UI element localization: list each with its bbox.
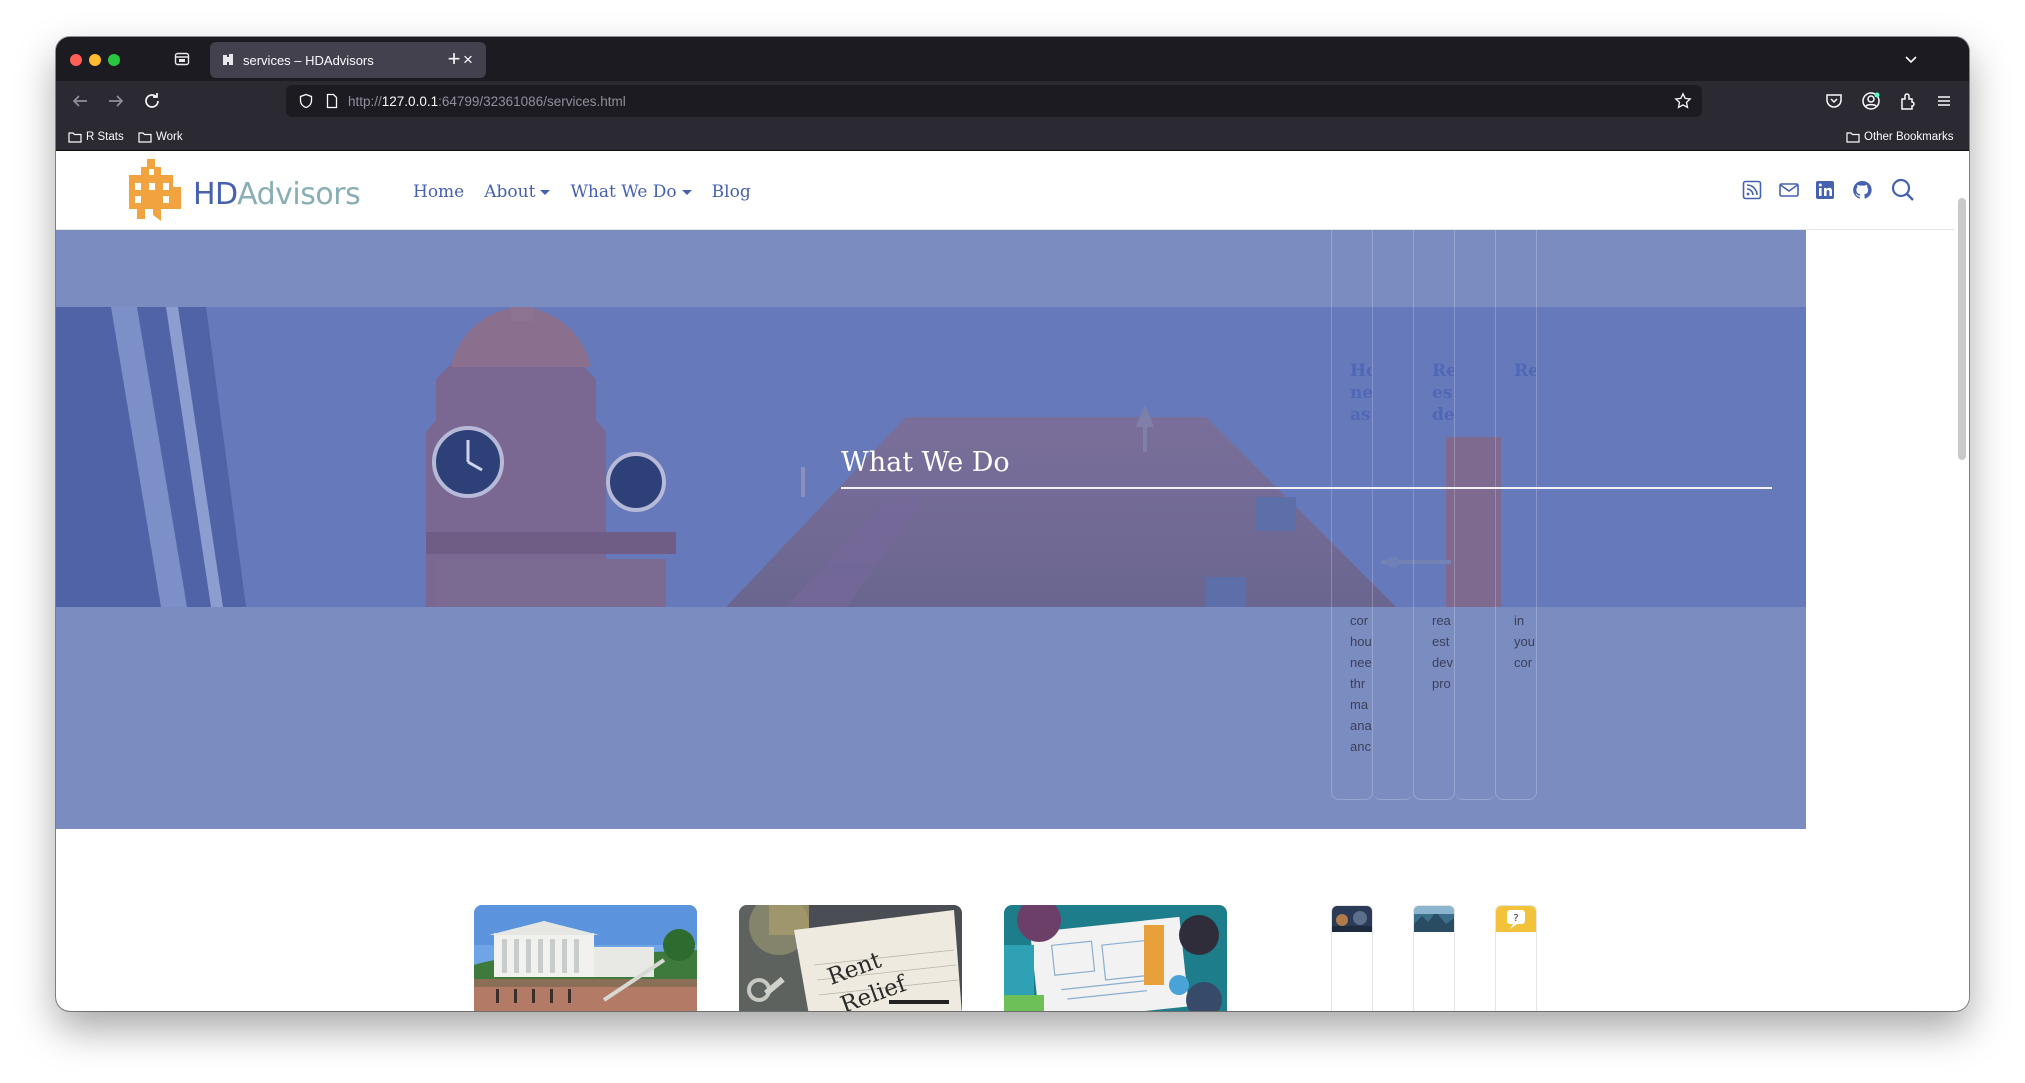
hero-section: Ho ne as cor hou nee thr ma ana anc Re es de rea es… [56,230,1806,829]
service-card-title: Re es de [1432,361,1454,425]
new-tab-button[interactable]: + [442,47,466,71]
folder-icon [1846,132,1860,143]
service-card-partial[interactable]: Re es de rea est dev pro [1413,230,1455,800]
folder-icon [68,132,82,143]
close-window-button[interactable] [70,54,82,66]
tab-title: services – HDAdvisors [243,53,374,68]
service-card-title: Ho ne as [1350,361,1372,425]
bookmark-star-icon[interactable] [1674,92,1692,110]
service-card-image-capitol[interactable] [474,905,697,1011]
page-scrollbar[interactable] [1955,151,1969,1011]
other-bookmarks-folder[interactable]: Other Bookmarks [1846,129,1953,145]
tracking-protection-icon[interactable] [298,93,314,109]
service-card-image-planning[interactable] [1004,905,1227,1011]
rss-icon[interactable] [1741,179,1763,201]
nav-about[interactable]: About [484,182,551,202]
address-bar[interactable]: http://127.0.0.1:64799/32361086/services… [286,85,1702,117]
scrollbar-thumb[interactable] [1958,198,1966,460]
bookmark-folder-r-stats[interactable]: R Stats [68,129,124,145]
folder-icon [138,132,152,143]
column-divider [1373,230,1413,800]
extensions-icon[interactable] [1898,91,1918,111]
nav-home[interactable]: Home [413,182,464,202]
page-info-icon[interactable] [324,93,340,109]
main-nav: Home About What We Do Blog [413,182,771,202]
service-card-title: Re [1514,361,1536,381]
service-card-image-rent-relief[interactable]: Rent Relief [739,905,962,1011]
dropdown-caret-icon [681,189,692,195]
logo-wordmark[interactable]: HDAdvisors [193,177,361,212]
page-title: What We Do [841,447,1010,478]
nav-blog[interactable]: Blog [712,182,751,202]
menu-icon[interactable] [1934,91,1954,111]
card-thumbnail [1332,906,1372,932]
search-icon[interactable] [1890,177,1916,203]
service-card-partial[interactable]: Re in you cor [1495,230,1537,800]
site-favicon-icon [220,52,236,68]
service-card-text: cor hou nee thr ma ana anc [1350,613,1372,754]
minimize-window-button[interactable] [89,54,101,66]
service-card-partial[interactable]: Ho ne as cor hou nee thr ma ana anc [1331,230,1373,800]
tab-overview-icon[interactable] [173,50,191,68]
back-icon[interactable] [68,89,92,113]
github-icon[interactable] [1851,179,1873,201]
pocket-icon[interactable] [1824,91,1844,111]
title-underline [841,487,1772,489]
dropdown-caret-icon [540,189,551,195]
hdadvisors-logo-icon[interactable] [123,155,183,225]
page-viewport: HDAdvisors Home About What We Do Blog Ho… [56,151,1969,1011]
list-all-tabs-icon[interactable] [1903,51,1919,67]
url-text: http://127.0.0.1:64799/32361086/services… [348,94,626,109]
bookmarks-bar: R Stats Work Other Bookmarks [56,121,1969,151]
tab-strip: services – HDAdvisors × + [56,37,1969,81]
service-card-partial-bottom[interactable] [1331,905,1373,1011]
site-header: HDAdvisors Home About What We Do Blog [56,151,1955,230]
service-card-partial-bottom[interactable]: ? [1495,905,1537,1011]
nav-toolbar: http://127.0.0.1:64799/32361086/services… [56,81,1969,121]
browser-window: services – HDAdvisors × + http://127.0.0… [56,37,1969,1011]
nav-what-we-do[interactable]: What We Do [570,182,692,202]
svg-text:?: ? [1513,913,1518,924]
column-divider [1455,230,1495,800]
service-card-text: rea est dev pro [1432,613,1453,691]
linkedin-icon[interactable] [1814,179,1836,201]
maximize-window-button[interactable] [108,54,120,66]
service-card-partial-bottom[interactable] [1413,905,1455,1011]
reload-icon[interactable] [140,89,164,113]
bookmark-folder-work[interactable]: Work [138,129,183,145]
card-thumbnail [1414,906,1454,932]
account-icon[interactable] [1861,91,1881,111]
question-bubble-icon: ? [1496,906,1536,932]
forward-icon[interactable] [104,89,128,113]
email-icon[interactable] [1778,179,1800,201]
service-card-text: in you cor [1514,613,1535,670]
